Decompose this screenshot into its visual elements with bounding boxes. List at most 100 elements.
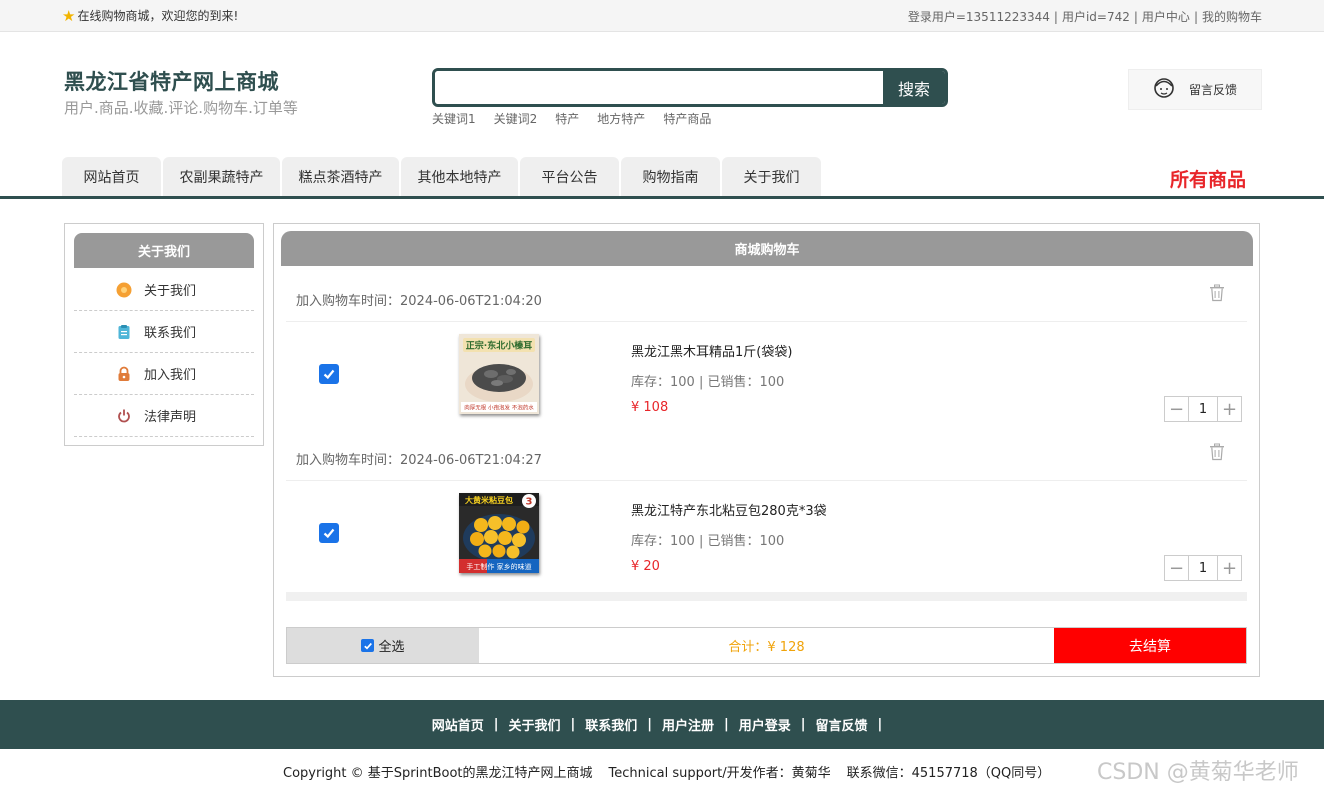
contact-text: 联系微信：45157718（QQ同号） — [846, 766, 1051, 781]
checkbox-checked-icon — [361, 639, 375, 652]
welcome-text: 在线购物商城，欢迎您的到来! — [77, 9, 239, 23]
copyright-line: Copyright © 基于SprintBoot的黑龙江特产网上商城 Techni… — [283, 762, 1066, 781]
keyword-link[interactable]: 关键词1 — [432, 112, 476, 126]
site-subtitle: 用户.商品.收藏.评论.购物车.订单等 — [64, 99, 298, 117]
welcome-message: ★ 在线购物商城，欢迎您的到来! — [62, 7, 238, 24]
divider: | — [877, 717, 883, 732]
footer-link-home[interactable]: 网站首页 — [432, 715, 484, 734]
divider: | — [493, 717, 499, 732]
row-divider — [286, 321, 1247, 322]
tab-shopping-guide[interactable]: 购物指南 — [621, 157, 720, 196]
orange-circle-icon — [116, 282, 132, 298]
sidebar-item-label: 加入我们 — [144, 368, 197, 383]
product-image-caption: 大黄米粘豆包 — [465, 495, 513, 505]
keyword-link[interactable]: 地方特产 — [597, 112, 645, 126]
tab-other-local[interactable]: 其他本地特产 — [401, 157, 518, 196]
trash-icon[interactable] — [1209, 443, 1225, 461]
increase-button[interactable]: + — [1217, 556, 1241, 580]
top-bar: ★ 在线购物商城，欢迎您的到来! 登录用户=13511223344 | 用户id=7… — [0, 0, 1324, 32]
cart-item-time: 加入购物车时间：2024-06-06T21:04:27 — [296, 453, 542, 468]
shopping-cart-panel: 商城购物车 加入购物车时间：2024-06-06T21:04:20 正宗·东北小… — [273, 223, 1260, 677]
sidebar-item-about[interactable]: 关于我们 — [74, 269, 254, 311]
search-keywords: 关键词1 关键词2 特产 地方特产 特产商品 — [432, 110, 729, 127]
cart-total: 合计：¥ 128 — [728, 640, 805, 655]
tab-announcements[interactable]: 平台公告 — [520, 157, 619, 196]
product-name[interactable]: 黑龙江特产东北粘豆包280克*3袋 — [631, 500, 827, 519]
copyright-text: Copyright © 基于SprintBoot的黑龙江特产网上商城 — [283, 766, 593, 781]
tab-home[interactable]: 网站首页 — [62, 157, 161, 196]
divider: | — [570, 717, 576, 732]
search-button[interactable]: 搜索 — [883, 71, 945, 104]
footer-link-contact[interactable]: 联系我们 — [585, 715, 637, 734]
customer-service-icon — [1151, 75, 1177, 105]
support-text: Technical support/开发作者：黄菊华 — [608, 766, 831, 781]
divider: | — [1053, 10, 1058, 24]
tab-about[interactable]: 关于我们 — [722, 157, 821, 196]
sidebar-item-label: 法律声明 — [144, 410, 197, 425]
logged-in-user: 登录用户=13511223344 — [907, 10, 1050, 24]
product-image-caption: 肉厚无根 小孢泡发 不泡药水 — [464, 404, 534, 412]
divider: | — [1133, 10, 1138, 24]
keyword-link[interactable]: 关键词2 — [494, 112, 538, 126]
feedback-label: 留言反馈 — [1189, 83, 1238, 97]
search-input[interactable] — [435, 71, 883, 104]
row-divider — [286, 480, 1247, 481]
sidebar: 关于我们 关于我们 联系我们 加入我们 法律声明 — [64, 223, 264, 446]
divider: | — [647, 717, 652, 732]
tab-pastry-tea-wine[interactable]: 糕点茶酒特产 — [282, 157, 399, 196]
decrease-button[interactable]: − — [1165, 556, 1189, 580]
product-stock: 库存：100 | 已销售：100 — [631, 375, 785, 390]
lock-icon — [116, 366, 132, 382]
cart-separator — [286, 592, 1247, 601]
footer-link-login[interactable]: 用户登录 — [739, 715, 791, 734]
product-image-caption: 手工制作 家乡的味道 — [466, 562, 531, 571]
product-name[interactable]: 黑龙江黑木耳精品1斤(袋袋) — [631, 341, 792, 360]
product-image-fungus[interactable]: 正宗·东北小榛耳 肉厚无根 小孢泡发 不泡药水 — [459, 334, 539, 414]
user-center-link[interactable]: 用户中心 — [1142, 10, 1190, 24]
tab-farm-produce[interactable]: 农副果蔬特产 — [163, 157, 280, 196]
sidebar-title: 关于我们 — [74, 233, 254, 268]
sidebar-item-legal[interactable]: 法律声明 — [74, 395, 254, 437]
divider: | — [724, 717, 729, 732]
keyword-link[interactable]: 特产 — [555, 112, 579, 126]
nav-divider — [0, 196, 1324, 199]
feedback-button[interactable]: 留言反馈 — [1128, 69, 1262, 110]
sidebar-item-label: 联系我们 — [144, 326, 197, 341]
footer-link-about[interactable]: 关于我们 — [508, 715, 560, 734]
sidebar-item-label: 关于我们 — [144, 284, 197, 299]
item-checkbox[interactable] — [319, 364, 339, 384]
keyword-link[interactable]: 特产商品 — [663, 112, 711, 126]
user-links: 登录用户=13511223344 | 用户id=742 | 用户中心 | 我的购物车 — [908, 8, 1262, 25]
clipboard-icon — [116, 324, 132, 340]
increase-button[interactable]: + — [1217, 397, 1241, 421]
footer-link-register[interactable]: 用户注册 — [662, 715, 714, 734]
divider: | — [800, 717, 806, 732]
main-nav: 网站首页 农副果蔬特产 糕点茶酒特产 其他本地特产 平台公告 购物指南 关于我们 — [62, 157, 823, 196]
footer-link-feedback[interactable]: 留言反馈 — [816, 715, 868, 734]
divider: | — [1193, 10, 1198, 24]
quantity-stepper: − 1 + — [1164, 396, 1242, 422]
quantity-value[interactable]: 1 — [1189, 397, 1217, 421]
decrease-button[interactable]: − — [1165, 397, 1189, 421]
product-image-bean-bun[interactable]: 大黄米粘豆包 3 手工制作 家乡的味道 — [459, 493, 539, 573]
quantity-stepper: − 1 + — [1164, 555, 1242, 581]
product-image-badge: 3 — [526, 497, 533, 508]
select-all-checkbox[interactable]: 全选 — [287, 628, 479, 663]
trash-icon[interactable] — [1209, 284, 1225, 302]
site-title[interactable]: 黑龙江省特产网上商城 — [64, 66, 279, 96]
cart-summary-bar: 全选 合计：¥ 128 去结算 — [286, 627, 1247, 664]
item-checkbox[interactable] — [319, 523, 339, 543]
sidebar-item-contact[interactable]: 联系我们 — [74, 311, 254, 353]
product-image-caption: 正宗·东北小榛耳 — [466, 340, 532, 352]
search-bar: 搜索 — [432, 68, 948, 107]
all-goods-link[interactable]: 所有商品 — [1170, 165, 1246, 192]
watermark: CSDN @黄菊华老师 — [1097, 760, 1299, 785]
checkout-button[interactable]: 去结算 — [1054, 628, 1246, 663]
my-cart-link[interactable]: 我的购物车 — [1202, 10, 1262, 24]
power-icon — [116, 408, 132, 424]
cart-item-time: 加入购物车时间：2024-06-06T21:04:20 — [296, 294, 542, 309]
footer-nav: 网站首页 | 关于我们 | 联系我们 | 用户注册 | 用户登录 | 留言反馈 | — [0, 700, 1324, 749]
sidebar-item-join[interactable]: 加入我们 — [74, 353, 254, 395]
cart-title: 商城购物车 — [281, 231, 1253, 266]
quantity-value[interactable]: 1 — [1189, 556, 1217, 580]
